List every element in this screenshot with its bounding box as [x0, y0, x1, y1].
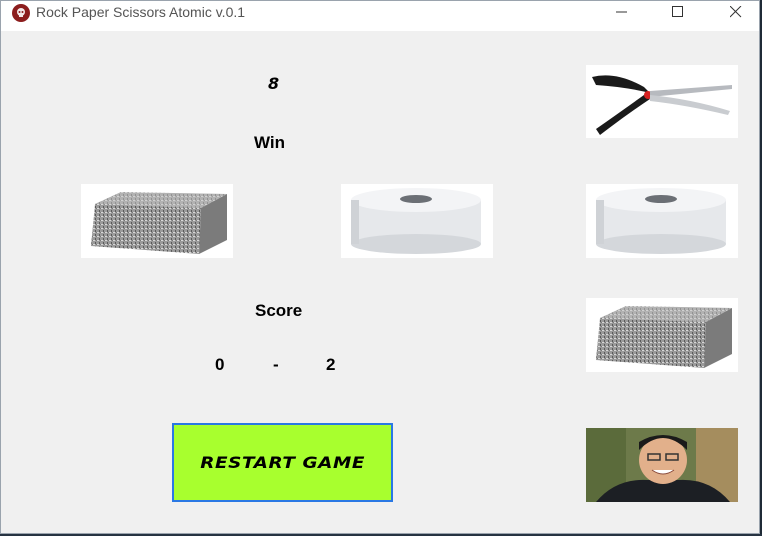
restart-game-label: RESTART GAME [200, 453, 365, 472]
computer-score: 2 [326, 355, 336, 374]
portrait-icon [586, 428, 738, 502]
score-separator: - [273, 355, 279, 374]
round-result: Win [254, 133, 286, 152]
minimize-button[interactable] [599, 1, 645, 23]
close-icon [730, 6, 742, 18]
player-score: 0 [215, 355, 225, 374]
title-bar[interactable]: Rock Paper Scissors Atomic v.0.1 [1, 1, 759, 31]
skull-icon [12, 4, 30, 22]
window-title: Rock Paper Scissors Atomic v.0.1 [36, 4, 246, 20]
maximize-icon [672, 6, 683, 17]
player-choice-rock [81, 184, 233, 258]
close-button[interactable] [713, 1, 759, 23]
app-window: Rock Paper Scissors Atomic v.0.1 8 Win S… [0, 0, 760, 534]
scissors-icon [592, 75, 732, 135]
minimize-icon [616, 11, 627, 13]
score-label: Score [255, 301, 303, 320]
maximize-button[interactable] [655, 1, 701, 23]
rock-icon [596, 306, 732, 368]
opponent-portrait[interactable] [586, 428, 738, 502]
paper-button[interactable] [586, 184, 738, 258]
computer-choice-paper [341, 184, 493, 258]
restart-game-button[interactable]: RESTART GAME [172, 423, 393, 502]
rock-button[interactable] [586, 298, 738, 372]
paper-icon [596, 188, 726, 254]
scissors-button[interactable] [586, 65, 738, 138]
round-counter: 8 [268, 74, 280, 93]
